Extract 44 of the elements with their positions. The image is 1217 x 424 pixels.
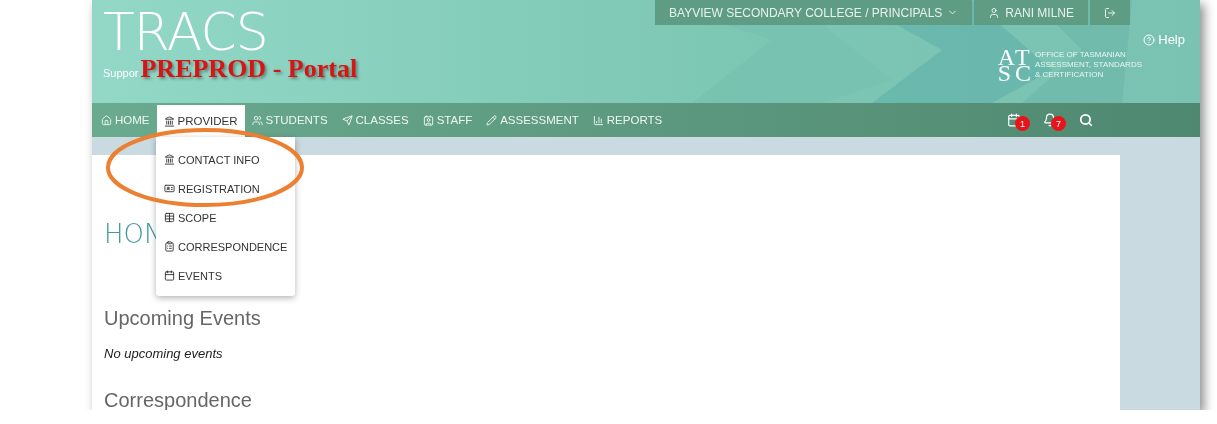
menu-item[interactable]: REGISTRATION [156, 174, 295, 203]
menu-icon [164, 270, 175, 281]
nav-icon [486, 114, 498, 126]
menu-icon [164, 183, 175, 194]
notifications-button[interactable]: 7 [1032, 103, 1068, 137]
menu-item[interactable]: SCOPE [156, 203, 295, 232]
logo: TRACS [103, 8, 269, 56]
nav-tab[interactable]: ASSESSMENT [479, 103, 586, 137]
section-title: Upcoming Events [104, 307, 262, 330]
count-badge: 7 [1051, 116, 1066, 131]
user-icon [988, 6, 1001, 19]
nav-icon [592, 114, 604, 126]
menu-item[interactable]: CORRESPONDENCE [156, 232, 295, 261]
nav-icon [251, 114, 263, 126]
calendar-button[interactable]: 1 [996, 103, 1032, 137]
menu-icon [164, 154, 175, 165]
menu-item[interactable]: CONTACT INFO [156, 145, 295, 174]
agency-name-line: ASSESSMENT, STANDARDS [1035, 60, 1142, 70]
nav-icon [163, 115, 175, 127]
count-badge: 1 [1015, 116, 1030, 131]
nav-tab[interactable]: CLASSES [334, 103, 416, 137]
bell-icon [1043, 113, 1057, 127]
provider-selector[interactable]: BAYVIEW SECONDARY COLLEGE / PRINCIPALS [655, 0, 973, 25]
help-icon [1143, 33, 1156, 46]
nav-icon [422, 114, 434, 126]
logout-icon [1104, 6, 1116, 19]
empty-message: No upcoming events [104, 346, 224, 361]
nav-tab[interactable]: REPORTS [585, 103, 670, 137]
tagline: Suppor [103, 67, 139, 79]
agency-name-line: OFFICE OF TASMANIAN [1035, 50, 1127, 60]
agency-initials: ATSC [997, 49, 1031, 81]
menu-icon [164, 241, 175, 252]
nav-icon [341, 114, 353, 126]
nav-tab[interactable]: HOME [94, 103, 157, 137]
environment-label: PREPROD - Portal [140, 54, 358, 84]
nav-icon [101, 114, 112, 126]
nav-tab[interactable]: STUDENTS [244, 103, 335, 137]
menu-item[interactable]: EVENTS [156, 261, 295, 290]
nav-tab[interactable]: STAFF [415, 103, 480, 137]
agency-name-line: & CERTIFICATION [1035, 70, 1105, 80]
search-icon [1079, 113, 1093, 127]
user-menu[interactable]: RANI MILNE [974, 0, 1088, 25]
help-link[interactable]: Help [1143, 32, 1185, 47]
menu-icon [164, 212, 175, 223]
